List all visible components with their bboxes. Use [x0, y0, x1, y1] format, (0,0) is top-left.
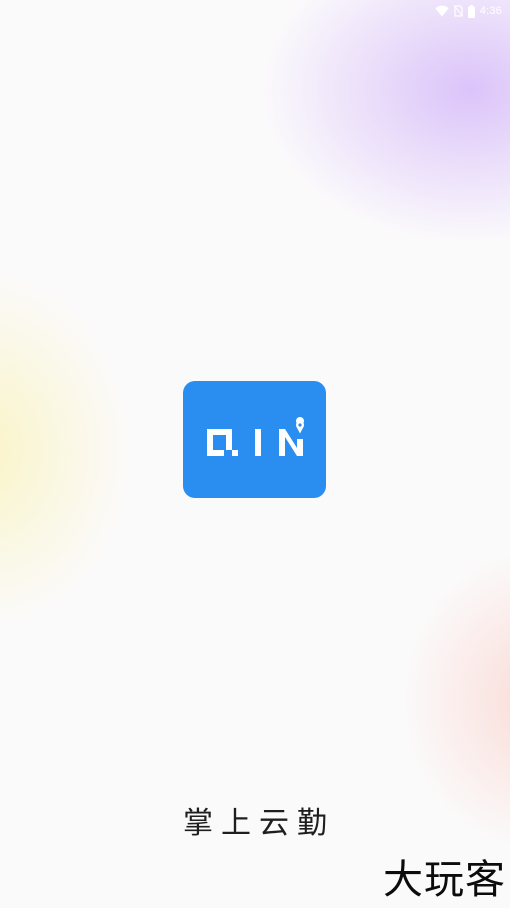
- logo-letter-i: [255, 429, 261, 456]
- battery-icon: [467, 4, 475, 18]
- status-bar: 4:36: [310, 0, 510, 22]
- app-logo: [183, 381, 326, 498]
- logo-letter-n: [279, 429, 303, 456]
- logo-letter-q: [207, 429, 238, 456]
- watermark-logo: 大玩客: [383, 857, 506, 903]
- no-sim-icon: [453, 5, 463, 17]
- status-time: 4:36: [479, 5, 502, 17]
- app-name: 掌上云勤: [183, 806, 335, 841]
- splash-screen: 4:36 掌上云勤 大玩客: [0, 0, 510, 908]
- wifi-icon: [435, 5, 449, 17]
- qin-logo-glyph: [207, 417, 305, 456]
